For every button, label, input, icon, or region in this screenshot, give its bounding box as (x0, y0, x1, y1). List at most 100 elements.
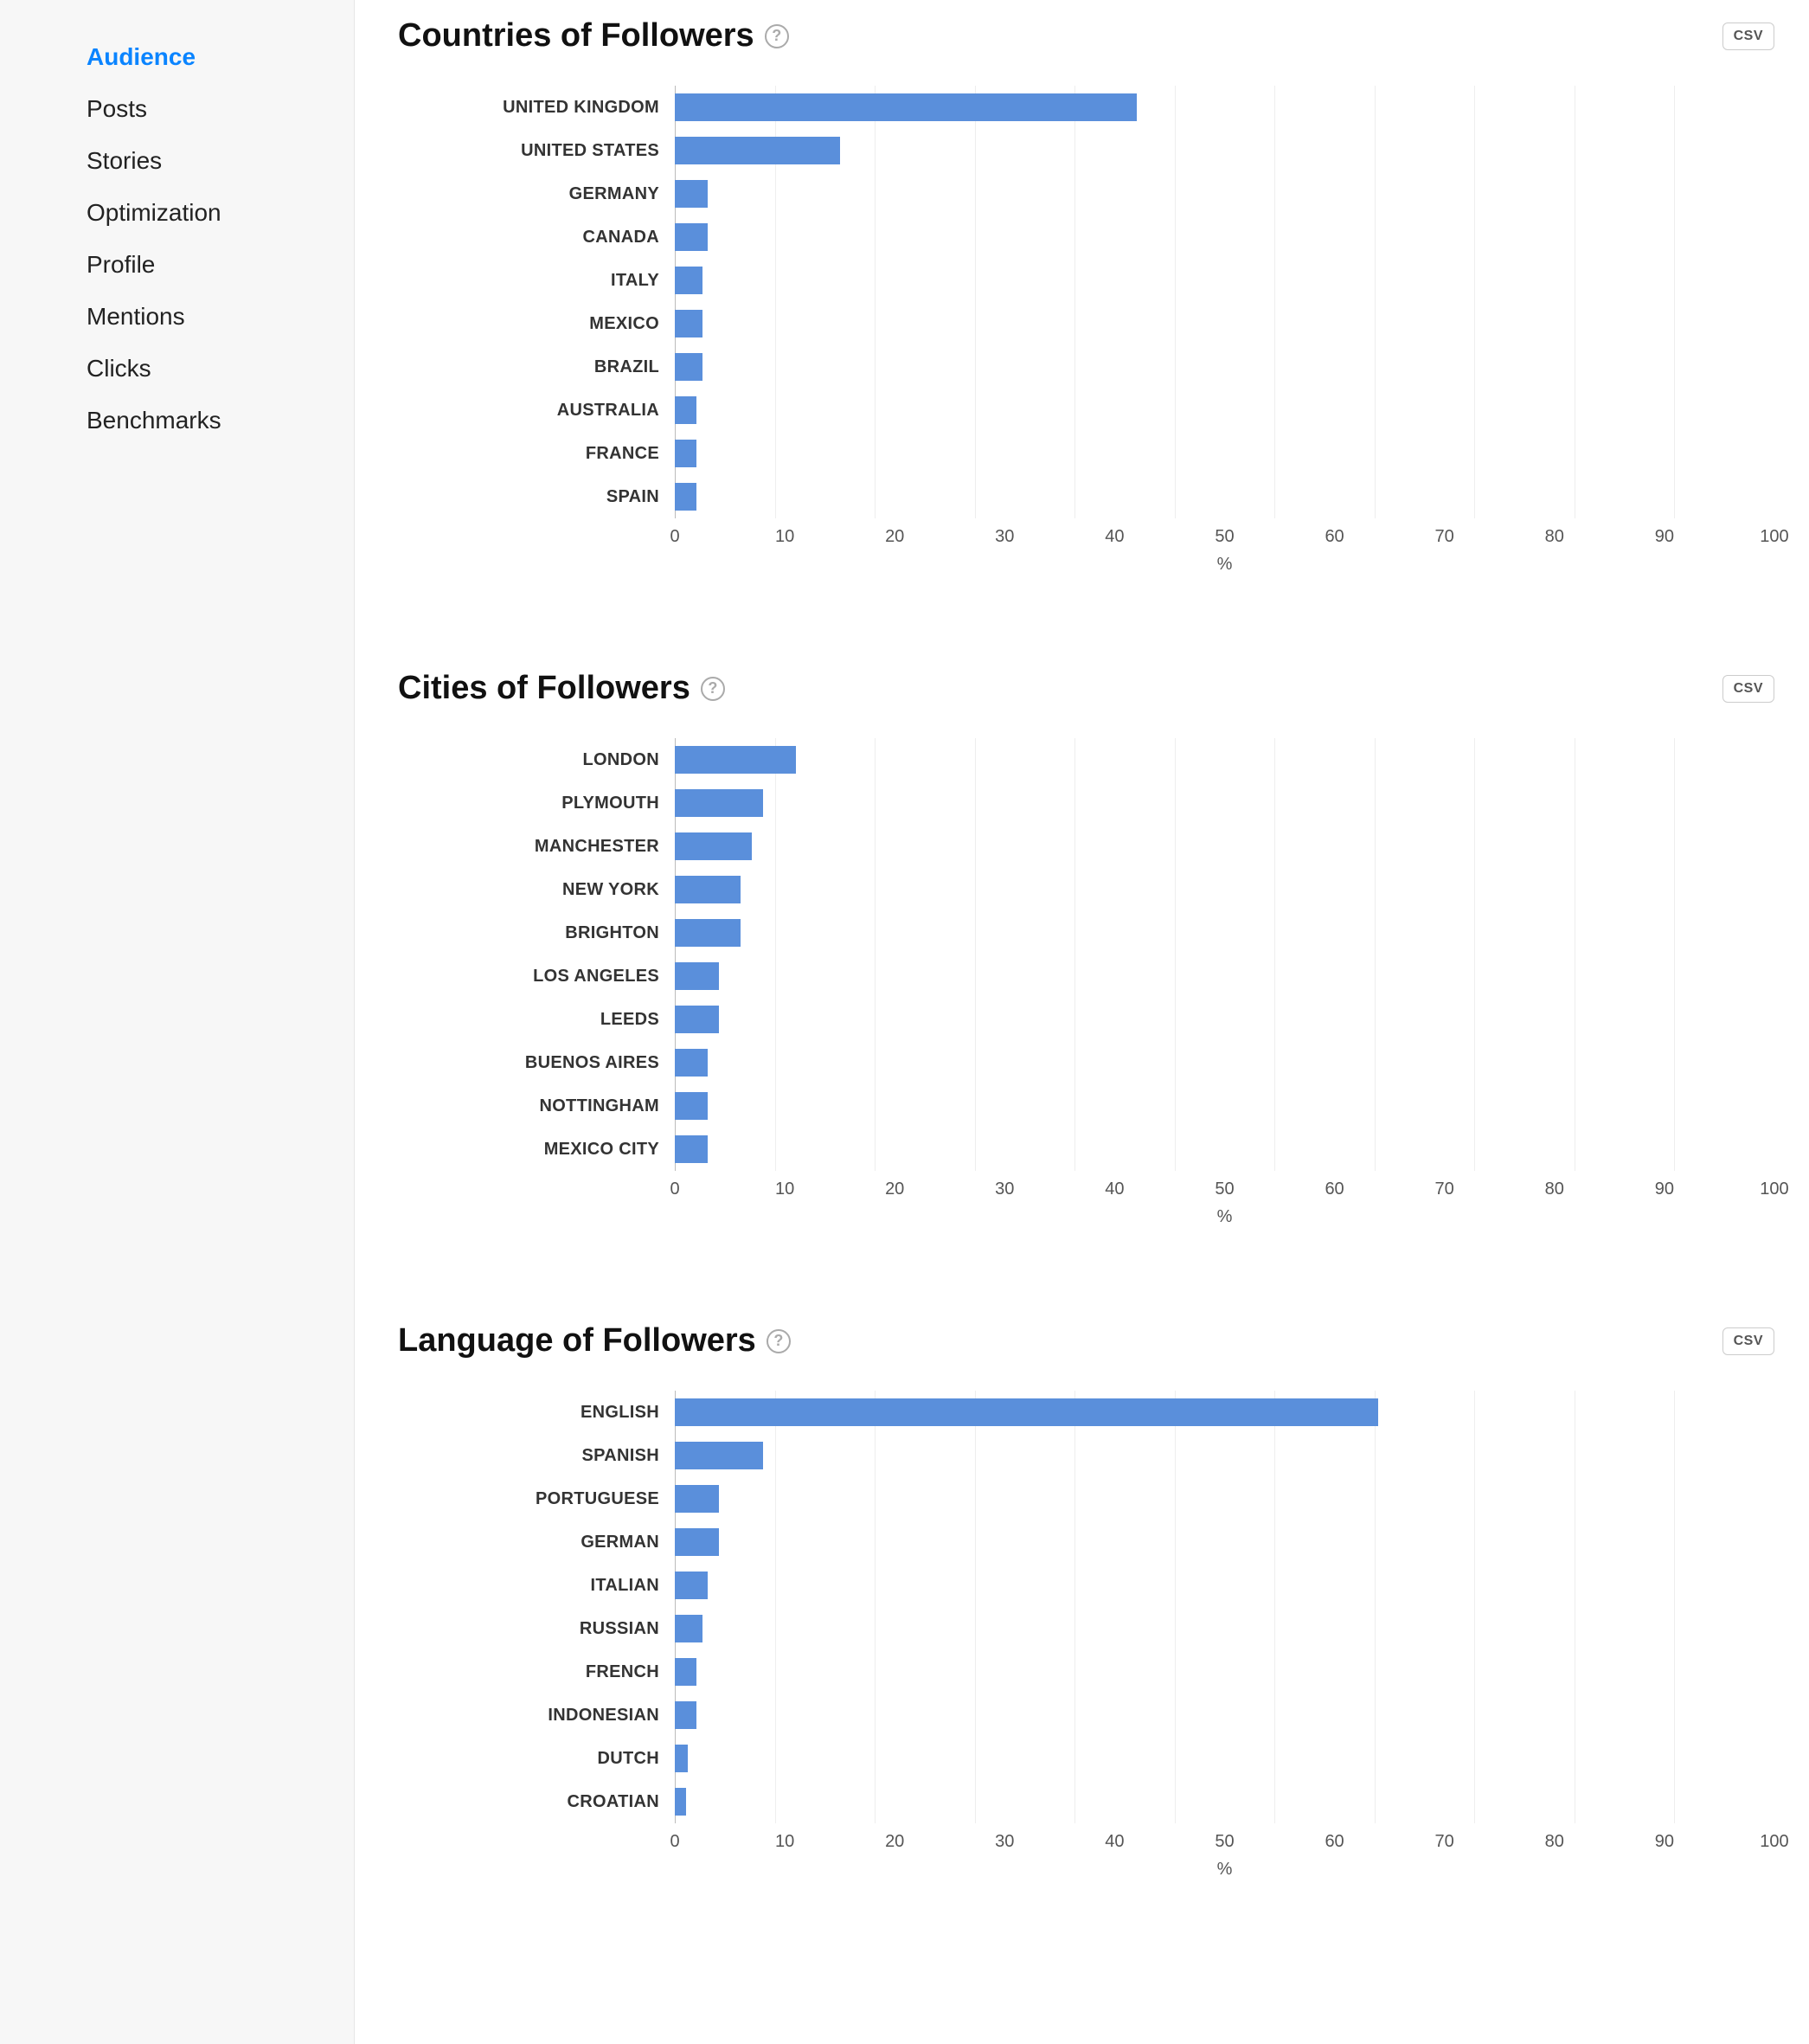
bar-label: ENGLISH (398, 1391, 675, 1434)
bar-row (675, 868, 1774, 911)
bar (675, 1135, 708, 1163)
bar-label: FRENCH (398, 1650, 675, 1694)
bar-row (675, 389, 1774, 432)
bar-row (675, 1391, 1774, 1434)
bar-label: CANADA (398, 215, 675, 259)
bar (675, 1006, 719, 1033)
sidebar-item-mentions[interactable]: Mentions (87, 291, 354, 343)
bar-label: CROATIAN (398, 1780, 675, 1823)
bar (675, 1701, 696, 1729)
bar-label: BRAZIL (398, 345, 675, 389)
bar-row (675, 1520, 1774, 1564)
bar-label: MEXICO CITY (398, 1128, 675, 1171)
bar-row (675, 998, 1774, 1041)
bar-row (675, 172, 1774, 215)
bar-row (675, 215, 1774, 259)
x-axis-unit: % (675, 1860, 1774, 1880)
bar-label: MANCHESTER (398, 825, 675, 868)
bar-label: LONDON (398, 738, 675, 781)
chart-header: Cities of Followers?CSV (398, 670, 1774, 707)
bar-row (675, 911, 1774, 955)
bar-row (675, 1564, 1774, 1607)
bar-label: FRANCE (398, 432, 675, 475)
bar (675, 137, 840, 164)
csv-button[interactable]: CSV (1722, 1327, 1774, 1355)
sidebar-item-optimization[interactable]: Optimization (87, 187, 354, 239)
sidebar-item-clicks[interactable]: Clicks (87, 343, 354, 395)
chart-area: LONDONPLYMOUTHMANCHESTERNEW YORKBRIGHTON… (398, 738, 1774, 1171)
bar-label: SPANISH (398, 1434, 675, 1477)
help-icon[interactable]: ? (767, 1329, 791, 1353)
chart-title: Language of Followers (398, 1322, 756, 1359)
bar (675, 353, 702, 381)
bar-row (675, 345, 1774, 389)
bar-label: UNITED STATES (398, 129, 675, 172)
sidebar-item-profile[interactable]: Profile (87, 239, 354, 291)
bar (675, 1442, 763, 1469)
bar (675, 1615, 702, 1642)
bar (675, 1788, 686, 1816)
help-icon[interactable]: ? (701, 677, 725, 701)
bar-label: BUENOS AIRES (398, 1041, 675, 1084)
bar-label: NEW YORK (398, 868, 675, 911)
bar-row (675, 1694, 1774, 1737)
bar-row (675, 1737, 1774, 1780)
sidebar-item-stories[interactable]: Stories (87, 135, 354, 187)
bar-row (675, 781, 1774, 825)
bar (675, 919, 741, 947)
bar (675, 396, 696, 424)
bar-label: AUSTRALIA (398, 389, 675, 432)
bar-label: BRIGHTON (398, 911, 675, 955)
chart-header: Language of Followers? CSV (398, 1322, 1774, 1359)
bar (675, 1745, 688, 1772)
sidebar-item-posts[interactable]: Posts (87, 83, 354, 135)
bar-label: PLYMOUTH (398, 781, 675, 825)
bar (675, 832, 752, 860)
bar-label: INDONESIAN (398, 1694, 675, 1737)
bar (675, 440, 696, 467)
bar-row (675, 1084, 1774, 1128)
bar (675, 483, 696, 511)
bar (675, 267, 702, 294)
bar (675, 1485, 719, 1513)
bar (675, 1398, 1378, 1426)
bar (675, 746, 796, 774)
bar (675, 1092, 708, 1120)
bar-label: NOTTINGHAM (398, 1084, 675, 1128)
sidebar: AudiencePostsStoriesOptimizationProfileM… (0, 0, 355, 2044)
bar-label: MEXICO (398, 302, 675, 345)
chart-area: ENGLISHSPANISHPORTUGUESEGERMANITALIANRUS… (398, 1391, 1774, 1823)
csv-button[interactable]: CSV (1722, 22, 1774, 50)
bar-row (675, 1128, 1774, 1171)
bar-row (675, 1434, 1774, 1477)
main-content: Countries of Followers? CSV UNITED KINGDOM… (355, 0, 1809, 2044)
bar-label: DUTCH (398, 1737, 675, 1780)
bar-label: ITALIAN (398, 1564, 675, 1607)
bar-row (675, 432, 1774, 475)
bar-row (675, 955, 1774, 998)
bar (675, 962, 719, 990)
chart-header: Countries of Followers? CSV (398, 17, 1774, 55)
bar (675, 1049, 708, 1077)
bar-row (675, 1477, 1774, 1520)
chart-area: UNITED KINGDOMUNITED STATESGERMANYCANADA… (398, 86, 1774, 518)
bar-label: ITALY (398, 259, 675, 302)
bar-row (675, 1780, 1774, 1823)
bar-label: UNITED KINGDOM (398, 86, 675, 129)
sidebar-item-benchmarks[interactable]: Benchmarks (87, 395, 354, 447)
sidebar-item-audience[interactable]: Audience (87, 31, 354, 83)
csv-button[interactable]: CSV (1722, 675, 1774, 703)
bar-row (675, 738, 1774, 781)
help-icon[interactable]: ? (765, 24, 789, 48)
chart-title: Countries of Followers (398, 17, 754, 55)
bar-row (675, 1041, 1774, 1084)
bar-row (675, 302, 1774, 345)
bar-label: GERMANY (398, 172, 675, 215)
bar-row (675, 1650, 1774, 1694)
bar (675, 180, 708, 208)
bar (675, 223, 708, 251)
bar-label: LOS ANGELES (398, 955, 675, 998)
bar-label: LEEDS (398, 998, 675, 1041)
bar (675, 93, 1137, 121)
bar-row (675, 129, 1774, 172)
